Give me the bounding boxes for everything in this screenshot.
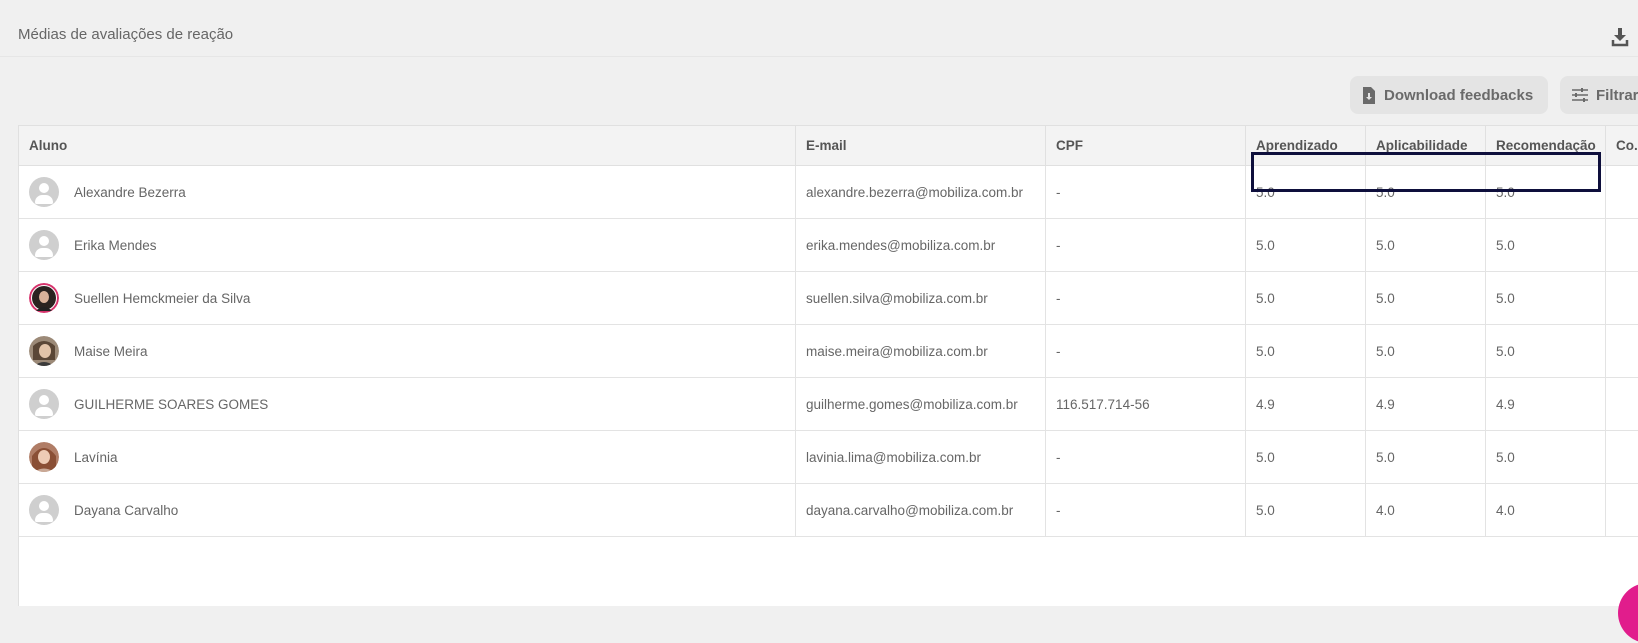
student-cell: GUILHERME SOARES GOMES <box>19 378 796 430</box>
co-cell <box>1606 325 1638 377</box>
email-cell: alexandre.bezerra@mobiliza.com.br <box>796 166 1046 218</box>
download-feedbacks-label: Download feedbacks <box>1384 86 1534 104</box>
co-cell <box>1606 272 1638 324</box>
co-cell <box>1606 219 1638 271</box>
cpf-cell: - <box>1046 219 1246 271</box>
column-header-co[interactable]: Co.. <box>1606 126 1638 165</box>
aprendizado-cell: 5.0 <box>1246 272 1366 324</box>
table-row[interactable]: Erika Mendes erika.mendes@mobiliza.com.b… <box>19 219 1638 272</box>
download-icon[interactable] <box>1610 26 1630 48</box>
column-header-aprendizado[interactable]: Aprendizado <box>1246 126 1366 165</box>
aplicabilidade-cell: 5.0 <box>1366 325 1486 377</box>
student-name: Erika Mendes <box>74 237 157 253</box>
recomendacao-cell: 5.0 <box>1486 272 1606 324</box>
page-title: Médias de avaliações de reação <box>18 26 234 43</box>
recomendacao-cell: 5.0 <box>1486 166 1606 218</box>
table-row[interactable]: Maise Meira maise.meira@mobiliza.com.br … <box>19 325 1638 378</box>
email-cell: guilherme.gomes@mobiliza.com.br <box>796 378 1046 430</box>
user-avatar-icon <box>29 177 59 207</box>
user-avatar-photo <box>29 442 59 472</box>
cpf-cell: 116.517.714-56 <box>1046 378 1246 430</box>
aplicabilidade-cell: 5.0 <box>1366 272 1486 324</box>
aplicabilidade-cell: 4.0 <box>1366 484 1486 536</box>
table-row[interactable]: GUILHERME SOARES GOMES guilherme.gomes@m… <box>19 378 1638 431</box>
student-name: Maise Meira <box>74 343 148 359</box>
user-avatar-icon <box>29 495 59 525</box>
aprendizado-cell: 4.9 <box>1246 378 1366 430</box>
column-header-email[interactable]: E-mail <box>796 126 1046 165</box>
feedback-table: Aluno E-mail CPF Aprendizado Aplicabilid… <box>18 125 1638 606</box>
student-cell: Maise Meira <box>19 325 796 377</box>
email-cell: lavinia.lima@mobiliza.com.br <box>796 431 1046 483</box>
aprendizado-cell: 5.0 <box>1246 431 1366 483</box>
student-name: Alexandre Bezerra <box>74 184 186 200</box>
column-header-aplicabilidade[interactable]: Aplicabilidade <box>1366 126 1486 165</box>
user-avatar-photo <box>29 283 59 313</box>
table-row[interactable]: Dayana Carvalho dayana.carvalho@mobiliza… <box>19 484 1638 537</box>
cpf-cell: - <box>1046 166 1246 218</box>
aplicabilidade-cell: 5.0 <box>1366 166 1486 218</box>
column-header-cpf[interactable]: CPF <box>1046 126 1246 165</box>
aprendizado-cell: 5.0 <box>1246 166 1366 218</box>
user-avatar-icon <box>29 389 59 419</box>
aprendizado-cell: 5.0 <box>1246 325 1366 377</box>
user-avatar-photo <box>29 336 59 366</box>
aplicabilidade-cell: 5.0 <box>1366 219 1486 271</box>
aplicabilidade-cell: 5.0 <box>1366 431 1486 483</box>
aprendizado-cell: 5.0 <box>1246 484 1366 536</box>
email-cell: erika.mendes@mobiliza.com.br <box>796 219 1046 271</box>
email-cell: dayana.carvalho@mobiliza.com.br <box>796 484 1046 536</box>
co-cell <box>1606 166 1638 218</box>
recomendacao-cell: 5.0 <box>1486 431 1606 483</box>
table-row[interactable]: Alexandre Bezerra alexandre.bezerra@mobi… <box>19 166 1638 219</box>
cpf-cell: - <box>1046 325 1246 377</box>
file-download-icon <box>1363 86 1375 104</box>
email-cell: suellen.silva@mobiliza.com.br <box>796 272 1046 324</box>
student-name: GUILHERME SOARES GOMES <box>74 396 269 412</box>
student-cell: Suellen Hemckmeier da Silva <box>19 272 796 324</box>
recomendacao-cell: 5.0 <box>1486 325 1606 377</box>
email-cell: maise.meira@mobiliza.com.br <box>796 325 1046 377</box>
cpf-cell: - <box>1046 272 1246 324</box>
aprendizado-cell: 5.0 <box>1246 219 1366 271</box>
co-cell <box>1606 484 1638 536</box>
student-cell: Erika Mendes <box>19 219 796 271</box>
recomendacao-cell: 5.0 <box>1486 219 1606 271</box>
download-feedbacks-button[interactable]: Download feedbacks <box>1350 76 1548 114</box>
student-name: Dayana Carvalho <box>74 502 179 518</box>
filter-button[interactable]: Filtrar <box>1560 76 1638 114</box>
student-cell: Lavínia <box>19 431 796 483</box>
table-header: Aluno E-mail CPF Aprendizado Aplicabilid… <box>19 126 1638 166</box>
student-cell: Alexandre Bezerra <box>19 166 796 218</box>
co-cell <box>1606 378 1638 430</box>
recomendacao-cell: 4.9 <box>1486 378 1606 430</box>
page-header: Médias de avaliações de reação <box>0 0 1638 57</box>
table-row[interactable]: Lavínia lavinia.lima@mobiliza.com.br - 5… <box>19 431 1638 484</box>
user-avatar-icon <box>29 230 59 260</box>
student-cell: Dayana Carvalho <box>19 484 796 536</box>
cpf-cell: - <box>1046 431 1246 483</box>
student-name: Lavínia <box>74 449 118 465</box>
table-row[interactable]: Suellen Hemckmeier da Silva suellen.silv… <box>19 272 1638 325</box>
co-cell <box>1606 431 1638 483</box>
sliders-icon <box>1572 88 1588 102</box>
recomendacao-cell: 4.0 <box>1486 484 1606 536</box>
filter-label: Filtrar <box>1596 86 1638 104</box>
column-header-aluno[interactable]: Aluno <box>19 126 796 165</box>
student-name: Suellen Hemckmeier da Silva <box>74 290 251 306</box>
cpf-cell: - <box>1046 484 1246 536</box>
column-header-recomendacao[interactable]: Recomendação <box>1486 126 1606 165</box>
aplicabilidade-cell: 4.9 <box>1366 378 1486 430</box>
